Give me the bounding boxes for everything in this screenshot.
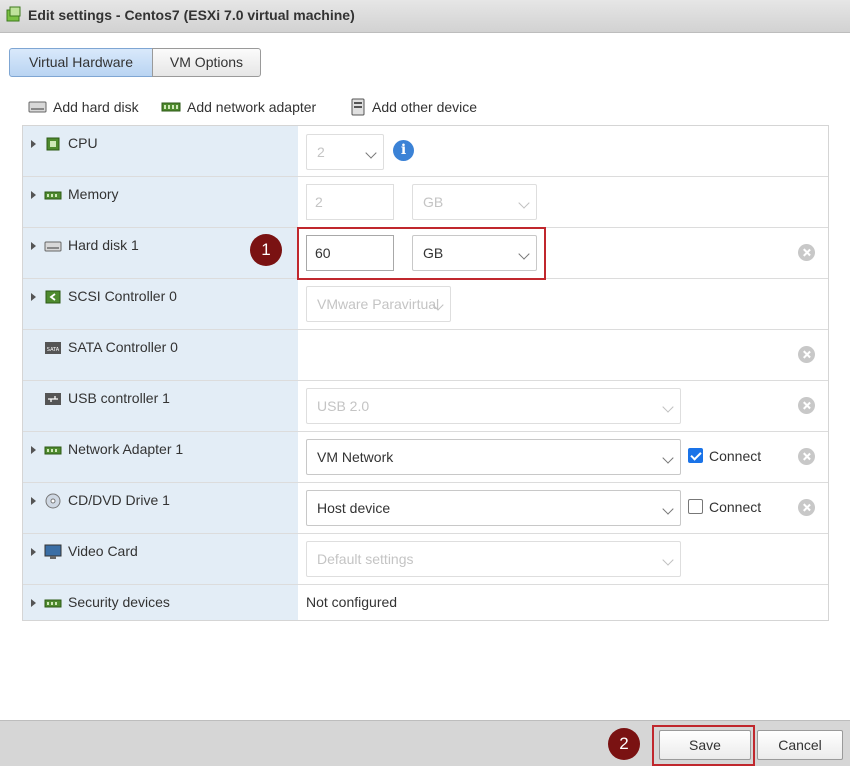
usb-icon bbox=[45, 393, 61, 405]
row-video-card: Video Card Default settings bbox=[23, 534, 828, 585]
network-adapter-icon bbox=[44, 446, 62, 455]
expand-caret-icon[interactable] bbox=[31, 140, 36, 148]
memory-size-input[interactable]: 2 bbox=[306, 184, 394, 220]
title-bar: Edit settings - Centos7 (ESXi 7.0 virtua… bbox=[0, 0, 850, 33]
remove-cd-dvd-icon[interactable] bbox=[798, 499, 815, 516]
tab-vm-options[interactable]: VM Options bbox=[152, 48, 261, 77]
memory-icon bbox=[44, 191, 62, 200]
cd-dvd-connect-checkbox[interactable] bbox=[688, 499, 703, 514]
security-devices-value: Not configured bbox=[306, 594, 398, 610]
video-settings-select[interactable]: Default settings bbox=[306, 541, 681, 577]
network-adapter-label: Network Adapter 1 bbox=[68, 441, 184, 457]
expand-caret-icon[interactable] bbox=[31, 599, 36, 607]
row-cd-dvd-drive: CD/DVD Drive 1 Host device Connect bbox=[23, 483, 828, 534]
highlight-hard-disk-size bbox=[297, 227, 546, 280]
row-security-devices: Security devices Not configured bbox=[23, 585, 828, 620]
row-network-adapter: Network Adapter 1 VM Network Connect bbox=[23, 432, 828, 483]
security-devices-label: Security devices bbox=[68, 594, 170, 610]
cd-dvd-connect-label: Connect bbox=[709, 499, 762, 515]
memory-unit-select[interactable]: GB bbox=[412, 184, 537, 220]
video-card-icon bbox=[44, 544, 62, 559]
add-other-device-label: Add other device bbox=[372, 99, 478, 115]
security-device-icon bbox=[44, 599, 62, 608]
cd-dvd-icon bbox=[45, 493, 61, 509]
scsi-controller-icon bbox=[45, 290, 61, 304]
memory-label: Memory bbox=[68, 186, 119, 202]
network-connect-label: Connect bbox=[709, 448, 762, 464]
sata-controller-label: SATA Controller 0 bbox=[68, 339, 178, 355]
chevron-down-icon bbox=[662, 401, 674, 413]
cd-dvd-label: CD/DVD Drive 1 bbox=[68, 492, 170, 508]
add-other-device-button[interactable]: Add other device bbox=[350, 97, 477, 117]
step-badge-1: 1 bbox=[250, 234, 282, 266]
scsi-controller-label: SCSI Controller 0 bbox=[68, 288, 177, 304]
row-usb-controller: USB controller 1 USB 2.0 bbox=[23, 381, 828, 432]
chevron-down-icon bbox=[365, 147, 377, 159]
add-hard-disk-label: Add hard disk bbox=[53, 99, 139, 115]
hardware-table: CPU 2 i Memory 2 GB Hard disk 1 60 GB SC… bbox=[22, 125, 829, 621]
svg-text:SATA: SATA bbox=[47, 347, 60, 353]
step-badge-2: 2 bbox=[608, 728, 640, 760]
remove-sata-icon[interactable] bbox=[798, 346, 815, 363]
expand-caret-icon[interactable] bbox=[31, 446, 36, 454]
info-icon[interactable]: i bbox=[393, 140, 414, 161]
add-network-adapter-label: Add network adapter bbox=[187, 99, 317, 115]
chevron-down-icon bbox=[662, 554, 674, 566]
usb-type-select[interactable]: USB 2.0 bbox=[306, 388, 681, 424]
chevron-down-icon bbox=[518, 197, 530, 209]
cpu-label: CPU bbox=[68, 135, 98, 151]
vm-edit-icon bbox=[6, 6, 21, 22]
chevron-down-icon bbox=[662, 452, 674, 464]
window-title: Edit settings - Centos7 (ESXi 7.0 virtua… bbox=[28, 7, 355, 23]
add-network-adapter-button[interactable]: Add network adapter bbox=[161, 97, 316, 117]
hard-disk-icon bbox=[28, 101, 47, 113]
device-icon bbox=[351, 98, 365, 116]
row-label-cell: CPU bbox=[23, 126, 298, 176]
sata-controller-icon: SATA bbox=[45, 342, 61, 354]
cpu-icon bbox=[46, 137, 60, 151]
row-scsi-controller: SCSI Controller 0 VMware Paravirtual bbox=[23, 279, 828, 330]
remove-network-icon[interactable] bbox=[798, 448, 815, 465]
row-sata-controller: SATA SATA Controller 0 bbox=[23, 330, 828, 381]
network-connect-checkbox[interactable] bbox=[688, 448, 703, 463]
cd-dvd-source-select[interactable]: Host device bbox=[306, 490, 681, 526]
expand-caret-icon[interactable] bbox=[31, 293, 36, 301]
cpu-count-select[interactable]: 2 bbox=[306, 134, 384, 170]
usb-controller-label: USB controller 1 bbox=[68, 390, 170, 406]
add-hard-disk-button[interactable]: Add hard disk bbox=[28, 97, 139, 117]
save-button[interactable]: Save bbox=[659, 730, 751, 760]
video-card-label: Video Card bbox=[68, 543, 138, 559]
expand-caret-icon[interactable] bbox=[31, 191, 36, 199]
row-memory: Memory 2 GB bbox=[23, 177, 828, 228]
hard-disk-icon bbox=[44, 241, 62, 252]
row-cpu: CPU 2 i bbox=[23, 126, 828, 177]
remove-usb-icon[interactable] bbox=[798, 397, 815, 414]
tab-virtual-hardware[interactable]: Virtual Hardware bbox=[9, 48, 153, 77]
network-select[interactable]: VM Network bbox=[306, 439, 681, 475]
hard-disk-label: Hard disk 1 bbox=[68, 237, 139, 253]
expand-caret-icon[interactable] bbox=[31, 497, 36, 505]
expand-caret-icon[interactable] bbox=[31, 548, 36, 556]
expand-caret-icon[interactable] bbox=[31, 242, 36, 250]
scsi-type-select[interactable]: VMware Paravirtual bbox=[306, 286, 451, 322]
network-adapter-icon bbox=[161, 102, 181, 112]
chevron-down-icon bbox=[662, 503, 674, 515]
remove-hard-disk-icon[interactable] bbox=[798, 244, 815, 261]
cancel-button[interactable]: Cancel bbox=[757, 730, 843, 760]
